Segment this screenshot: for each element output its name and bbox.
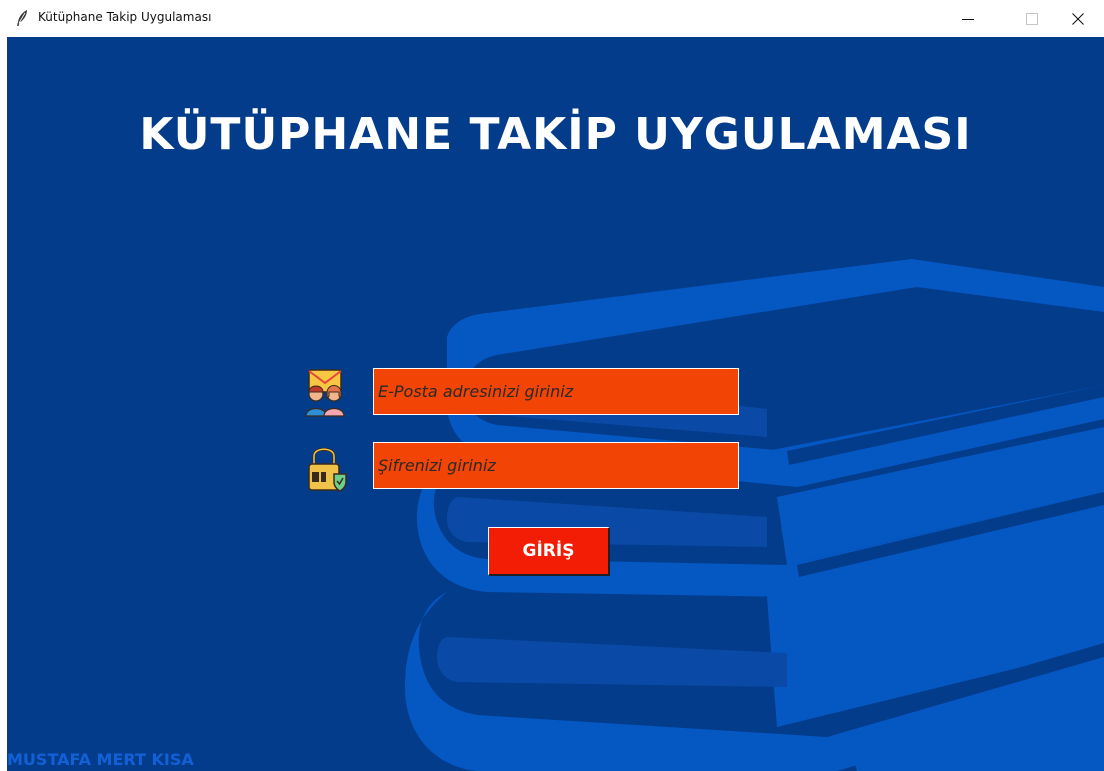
minimize-button[interactable]	[945, 0, 991, 37]
close-icon	[1072, 12, 1084, 25]
close-button[interactable]	[1055, 0, 1101, 37]
minimize-icon	[962, 18, 974, 20]
email-users-icon	[305, 369, 345, 417]
padlock-shield-icon	[308, 447, 347, 492]
login-panel: KÜTÜPHANE TAKİP UYGULAMASI E-Posta adres…	[7, 37, 1104, 771]
window-title: Kütüphane Takip Uygulaması	[38, 10, 212, 24]
email-field[interactable]: E-Posta adresinizi giriniz	[373, 368, 739, 415]
page-title: KÜTÜPHANE TAKİP UYGULAMASI	[139, 109, 972, 160]
maximize-icon	[1026, 12, 1038, 25]
title-bar[interactable]: Kütüphane Takip Uygulaması	[0, 0, 1104, 37]
feather-icon	[17, 10, 27, 26]
maximize-button[interactable]	[1009, 0, 1055, 37]
login-button[interactable]: GİRİŞ	[488, 527, 610, 576]
password-field[interactable]: Şifrenizi giriniz	[373, 442, 739, 489]
app-window: Kütüphane Takip Uygulaması KÜTÜPHANE TAK…	[0, 0, 1104, 771]
author-credit: MUSTAFA MERT KISA	[7, 750, 194, 769]
